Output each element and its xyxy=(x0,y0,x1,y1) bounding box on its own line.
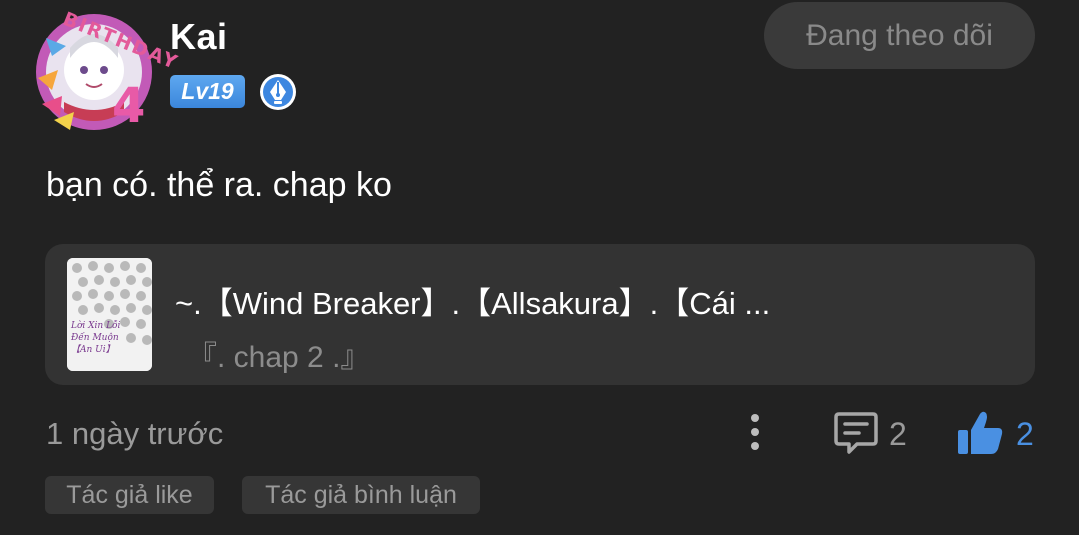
user-avatar[interactable]: BIRTHDAY 4 xyxy=(32,8,182,136)
like-count: 2 xyxy=(1016,416,1034,452)
like-icon[interactable] xyxy=(956,410,1006,456)
comment-text: bạn có. thể ra. chap ko xyxy=(46,166,392,204)
level-badge: Lv19 xyxy=(170,75,245,108)
pen-badge-icon xyxy=(259,73,297,111)
tag-author-comment: Tác giả bình luận xyxy=(242,476,480,514)
story-card[interactable]: Lời Xin Lỗi Đến Muộn 【An Ui】 ~.【Wind Bre… xyxy=(45,244,1035,385)
timestamp: 1 ngày trước xyxy=(46,416,224,451)
username[interactable]: Kai xyxy=(170,16,228,58)
cover-line-3: 【An Ui】 xyxy=(71,345,115,355)
tag-author-like: Tác giả like xyxy=(45,476,214,514)
cover-line-2: Đến Muộn xyxy=(71,333,119,343)
follow-button[interactable]: Đang theo dõi xyxy=(764,2,1035,69)
more-options-icon[interactable] xyxy=(742,410,768,454)
story-chapter: 『. chap 2 .』 xyxy=(187,341,371,374)
avatar-frame-number: 4 xyxy=(112,78,146,134)
cover-line-1: Lời Xin Lỗi xyxy=(71,321,121,331)
comment-icon[interactable] xyxy=(833,410,879,456)
comment-count: 2 xyxy=(889,416,907,452)
story-cover: Lời Xin Lỗi Đến Muộn 【An Ui】 xyxy=(67,258,152,371)
story-title: ~.【Wind Breaker】.【Allsakura】.【Cái ... xyxy=(175,286,771,321)
